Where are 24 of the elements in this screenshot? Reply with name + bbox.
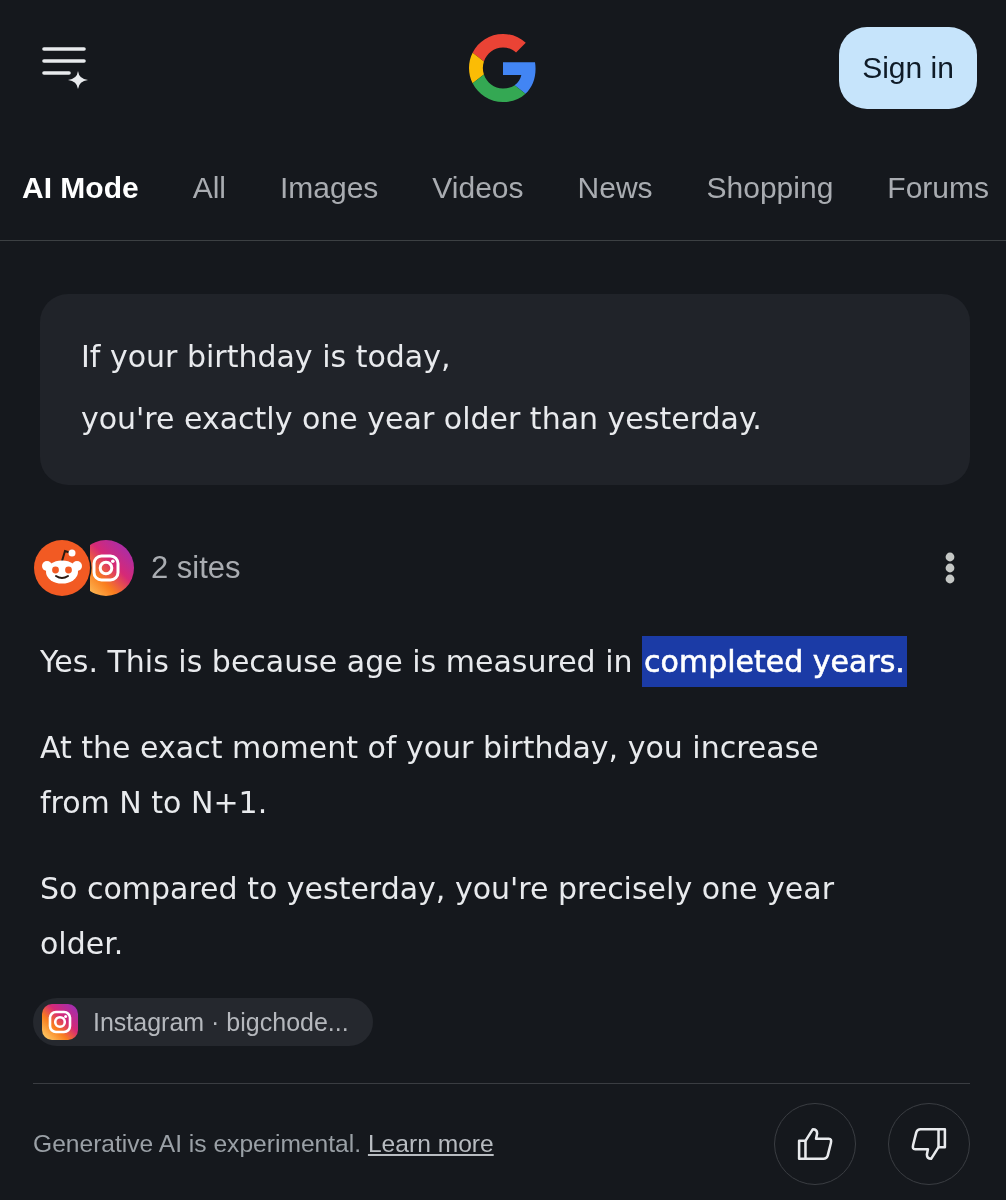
camera-icon[interactable] bbox=[90, 539, 134, 596]
disclaimer-text: Generative AI is experimental. Learn more bbox=[33, 1130, 494, 1158]
answer-paragraph: Yes. This is because age is measured in completed years. bbox=[40, 634, 970, 689]
sign-in-button[interactable]: Sign in bbox=[839, 27, 977, 109]
tab[interactable]: Videos bbox=[432, 170, 524, 206]
more-options-icon[interactable] bbox=[945, 551, 955, 584]
answer-paragraph: At the exact moment of your birthday, you increase from N to N+1. bbox=[40, 729, 820, 822]
tab[interactable]: Images bbox=[280, 170, 379, 206]
menu-sparkle-icon[interactable] bbox=[42, 46, 89, 90]
tab[interactable]: All bbox=[192, 170, 226, 206]
tab[interactable]: AI Mode bbox=[22, 170, 139, 206]
learn-more-link[interactable]: Learn more bbox=[367, 1130, 494, 1157]
tab[interactable]: Shopping bbox=[706, 170, 834, 206]
tab[interactable]: Forums bbox=[887, 170, 989, 206]
thumbs-up-icon bbox=[797, 1127, 833, 1161]
query-text: If your birthday is today, you're exactly one year older than yesterday. bbox=[81, 338, 763, 438]
tab[interactable]: News bbox=[577, 170, 653, 206]
mascot-face-icon[interactable] bbox=[34, 539, 90, 596]
sources-count[interactable]: 2 sites bbox=[151, 549, 241, 586]
thumbs-down-icon bbox=[911, 1127, 947, 1161]
answer-paragraph: So compared to yesterday, you're precisely one year older. bbox=[40, 870, 835, 963]
source-chip[interactable]: Instagram · bigchode... bbox=[33, 998, 373, 1046]
camera-icon bbox=[42, 1004, 78, 1040]
g-logo[interactable] bbox=[469, 34, 537, 102]
